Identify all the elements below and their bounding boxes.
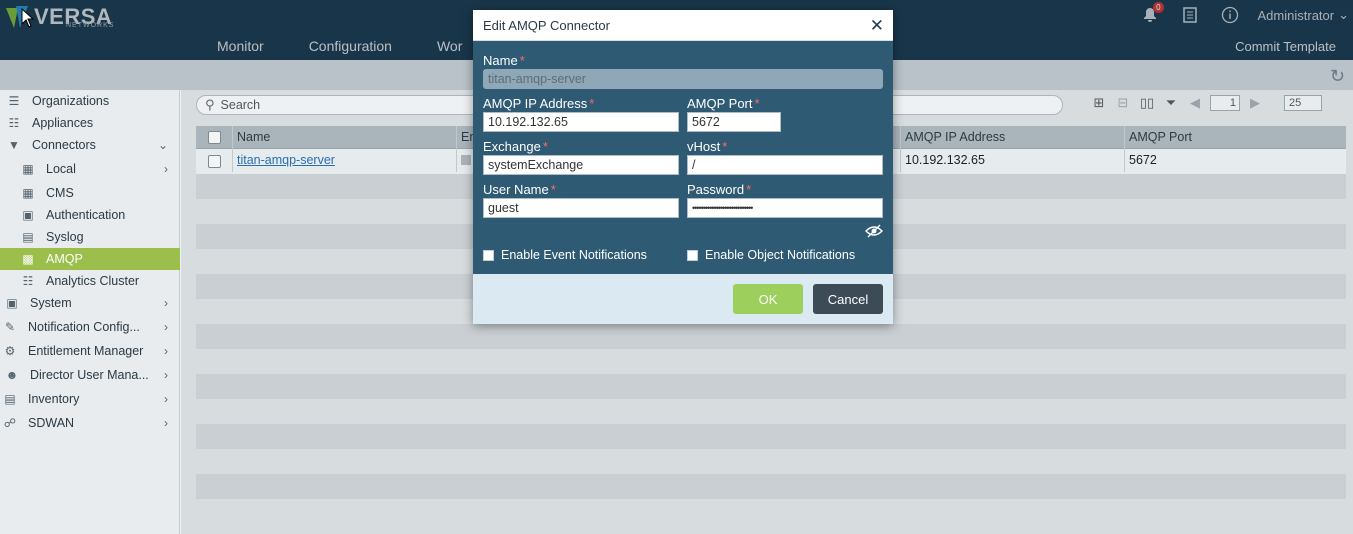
name-label: Name * [483,53,525,68]
analytics-icon: ☷ [22,274,34,288]
amqp-ip-label: AMQP IP Address * [483,96,595,111]
empty-row [196,349,1346,374]
syslog-icon: ▤ [22,230,34,244]
search-placeholder: Search [220,98,261,112]
inventory-icon: ▤ [4,392,16,406]
row-name-link[interactable]: titan-amqp-server [232,149,456,172]
amqp-port-field[interactable]: 5672 [687,112,781,132]
chevron-right-icon: › [164,296,168,310]
select-all-checkbox[interactable] [208,131,221,144]
sidebar-item-sdwan[interactable]: ☍ SDWAN › [0,412,180,434]
add-icon[interactable]: ⊞ [1090,94,1108,112]
dialog-footer: OK Cancel [473,274,893,324]
sidebar-item-authentication[interactable]: ▣ Authentication [0,204,180,226]
enable-event-notifications-checkbox[interactable]: Enable Event Notifications [483,248,647,262]
sidebar-item-appliances[interactable]: ☷ Appliances [0,112,180,134]
appliances-icon: ☷ [8,116,20,130]
next-page-icon[interactable]: ▶ [1246,94,1264,112]
dialog-header: Edit AMQP Connector ✕ [473,10,893,41]
vhost-field[interactable]: / [687,155,883,175]
users-icon: ☻ [5,368,19,382]
sidebar-item-organizations[interactable]: ☰ Organizations [0,90,180,112]
sidebar-item-director-user-management[interactable]: ☻ Director User Mana... › [0,364,180,386]
name-field: titan-amqp-server [483,69,883,89]
sidebar-item-local[interactable]: ▦ Local › [0,158,180,180]
exchange-field[interactable]: systemExchange [483,155,679,175]
empty-row [196,324,1346,349]
amqp-ip-field[interactable]: 10.192.132.65 [483,112,679,132]
chevron-down-icon: ⌄ [157,138,168,152]
refresh-icon[interactable]: ↻ [1330,66,1345,87]
chevron-right-icon: › [164,416,168,430]
username-field[interactable]: guest [483,198,679,218]
username-label: User Name * [483,182,556,197]
filter-icon[interactable]: ⏷ [1162,94,1180,112]
sidebar-item-connectors[interactable]: ▼ Connectors ⌄ [0,134,180,156]
column-amqp-port[interactable]: AMQP Port [1124,126,1346,149]
sidebar-item-inventory[interactable]: ▤ Inventory › [0,388,180,410]
cancel-button[interactable]: Cancel [813,284,883,314]
chevron-right-icon: › [164,392,168,406]
exchange-label: Exchange * [483,139,548,154]
sidebar-item-syslog[interactable]: ▤ Syslog [0,226,180,248]
sidebar-item-cms[interactable]: ▦ CMS [0,182,180,204]
sidebar-item-amqp[interactable]: ▩ AMQP [0,248,180,270]
sidebar-item-notification-config[interactable]: ✎ Notification Config... › [0,316,180,338]
sidebar: ☰ Organizations ☷ Appliances ▼ Connector… [0,90,180,534]
close-icon[interactable]: ✕ [870,16,884,36]
chevron-right-icon: › [164,344,168,358]
chevron-right-icon: › [164,162,168,176]
empty-row [196,474,1346,499]
chevron-right-icon: › [164,320,168,334]
empty-row [196,449,1346,474]
empty-row [196,499,1346,524]
show-password-eye-icon[interactable] [864,224,884,241]
empty-row [196,424,1346,449]
row-amqp-port: 5672 [1124,149,1346,172]
ok-button[interactable]: OK [733,284,803,314]
vhost-label: vHost * [687,139,728,154]
auth-icon: ▣ [22,208,34,222]
row-amqp-ip: 10.192.132.65 [900,149,1124,172]
amqp-icon: ▩ [22,252,34,266]
amqp-port-label: AMQP Port * [687,96,760,111]
entitlement-icon: ⚙ [4,344,16,358]
page-number-input[interactable]: 1 [1210,95,1240,111]
notification-icon: ✎ [4,320,16,334]
delete-icon[interactable]: ⊟ [1114,94,1132,112]
empty-row [196,374,1346,399]
org-icon: ☰ [8,94,20,108]
row-checkbox[interactable] [208,155,221,168]
chevron-right-icon: › [164,368,168,382]
dialog-title: Edit AMQP Connector [483,18,610,33]
column-name[interactable]: Name [232,126,456,149]
search-icon: ⚲ [205,97,215,112]
sidebar-item-analytics-cluster[interactable]: ☷ Analytics Cluster [0,270,180,292]
prev-page-icon[interactable]: ◀ [1186,94,1204,112]
connector-icon: ▼ [8,138,20,152]
empty-row [196,399,1346,424]
password-field[interactable]: •••••••••••••••••••••••••••• [687,198,883,218]
checkbox-box[interactable] [483,249,494,261]
system-icon: ▣ [6,296,18,310]
grid-toolbar: ⊞ ⊟ ▯▯ ⏷ ◀ 1 ▶ 25 [1090,94,1322,112]
password-label: Password * [687,182,752,197]
mouse-cursor-icon [21,7,35,31]
page-size-select[interactable]: 25 [1284,95,1322,111]
columns-icon[interactable]: ▯▯ [1138,94,1156,112]
column-amqp-ip[interactable]: AMQP IP Address [900,126,1124,149]
local-icon: ▦ [22,162,34,176]
checkbox-box[interactable] [687,249,698,261]
enable-object-notifications-checkbox[interactable]: Enable Object Notifications [687,248,855,262]
cms-icon: ▦ [22,186,34,200]
sidebar-item-system[interactable]: ▣ System › [0,292,180,314]
sidebar-item-entitlement-manager[interactable]: ⚙ Entitlement Manager › [0,340,180,362]
edit-amqp-connector-dialog: Edit AMQP Connector ✕ Name * titan-amqp-s… [473,10,893,324]
sdwan-icon: ☍ [3,416,17,430]
